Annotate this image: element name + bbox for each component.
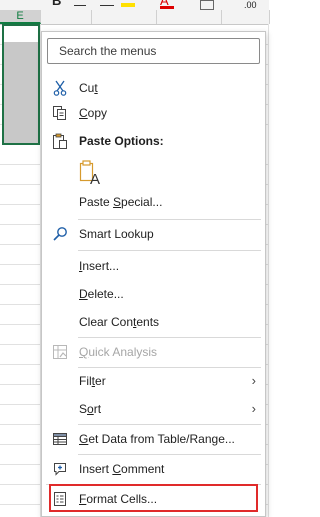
insert-label: Insert... [79, 259, 120, 273]
comment-icon [50, 460, 70, 478]
paste-options-label: Paste Options: [79, 134, 164, 148]
column-header[interactable] [41, 10, 92, 24]
table-icon [50, 430, 70, 448]
sort-label: Sort [79, 402, 102, 416]
search-menus-input[interactable] [47, 38, 260, 64]
insert-comment-label: Insert Comment [79, 462, 165, 476]
format-cells-highlight [49, 484, 258, 512]
bold-button[interactable]: B [52, 0, 61, 8]
menu-item-sort[interactable]: Sort › [42, 397, 265, 421]
search-icon [50, 225, 70, 243]
menu-item-copy[interactable]: Copy [42, 101, 265, 125]
menu-item-smart-lookup[interactable]: Smart Lookup [42, 222, 265, 246]
menu-item-paste-special[interactable]: Paste Special... [42, 190, 265, 214]
column-header[interactable] [157, 10, 222, 24]
scissors-icon [50, 79, 70, 97]
align-button[interactable] [100, 5, 114, 6]
menu-item-clear-contents[interactable]: Clear Contents [42, 310, 265, 334]
menu-separator [78, 454, 261, 455]
smart-lookup-label: Smart Lookup [79, 227, 154, 241]
chevron-right-icon: › [251, 401, 256, 416]
quick-analysis-icon [50, 343, 70, 361]
font-color-bar [160, 6, 174, 9]
menu-separator [78, 367, 261, 368]
paste-keep-formatting-button[interactable]: A [78, 159, 102, 188]
menu-item-insert-comment[interactable]: Insert Comment [42, 457, 265, 481]
menu-item-cut[interactable]: Cut [42, 76, 265, 100]
paste-special-label: Paste Special... [79, 195, 163, 209]
menu-item-get-data[interactable]: Get Data from Table/Range... [42, 427, 265, 451]
cut-label: Cut [79, 81, 98, 95]
italic-button[interactable] [74, 5, 86, 6]
menu-separator [78, 219, 261, 220]
context-menu: Cut Copy Paste Options: [41, 31, 266, 517]
clear-contents-label: Clear Contents [79, 315, 160, 329]
menu-separator [78, 250, 261, 251]
quick-analysis-label: Quick Analysis [79, 345, 158, 359]
column-header-e[interactable]: E [0, 10, 41, 24]
column-header[interactable] [222, 10, 270, 24]
menu-item-delete[interactable]: Delete... [42, 282, 265, 306]
borders-button[interactable] [200, 0, 214, 10]
selected-cell-range[interactable] [2, 24, 40, 145]
decimal-button[interactable]: .00 [244, 0, 257, 10]
fill-color-button[interactable] [121, 3, 135, 7]
column-header[interactable] [92, 10, 157, 24]
menu-item-paste-options: Paste Options: [42, 129, 265, 153]
paste-keep-glyph: A [90, 171, 101, 188]
filter-label: Filter [79, 374, 106, 388]
copy-label: Copy [79, 106, 108, 120]
menu-item-insert[interactable]: Insert... [42, 254, 265, 278]
clipboard-icon [50, 132, 70, 150]
active-cell[interactable] [4, 26, 38, 42]
chevron-right-icon: › [251, 373, 256, 388]
menu-item-filter[interactable]: Filter › [42, 369, 265, 393]
menu-separator [78, 337, 261, 338]
menu-separator [78, 424, 261, 425]
delete-label: Delete... [79, 287, 124, 301]
menu-item-quick-analysis[interactable]: Quick Analysis [42, 340, 265, 364]
copy-icon [50, 104, 70, 122]
get-data-label: Get Data from Table/Range... [79, 432, 235, 446]
